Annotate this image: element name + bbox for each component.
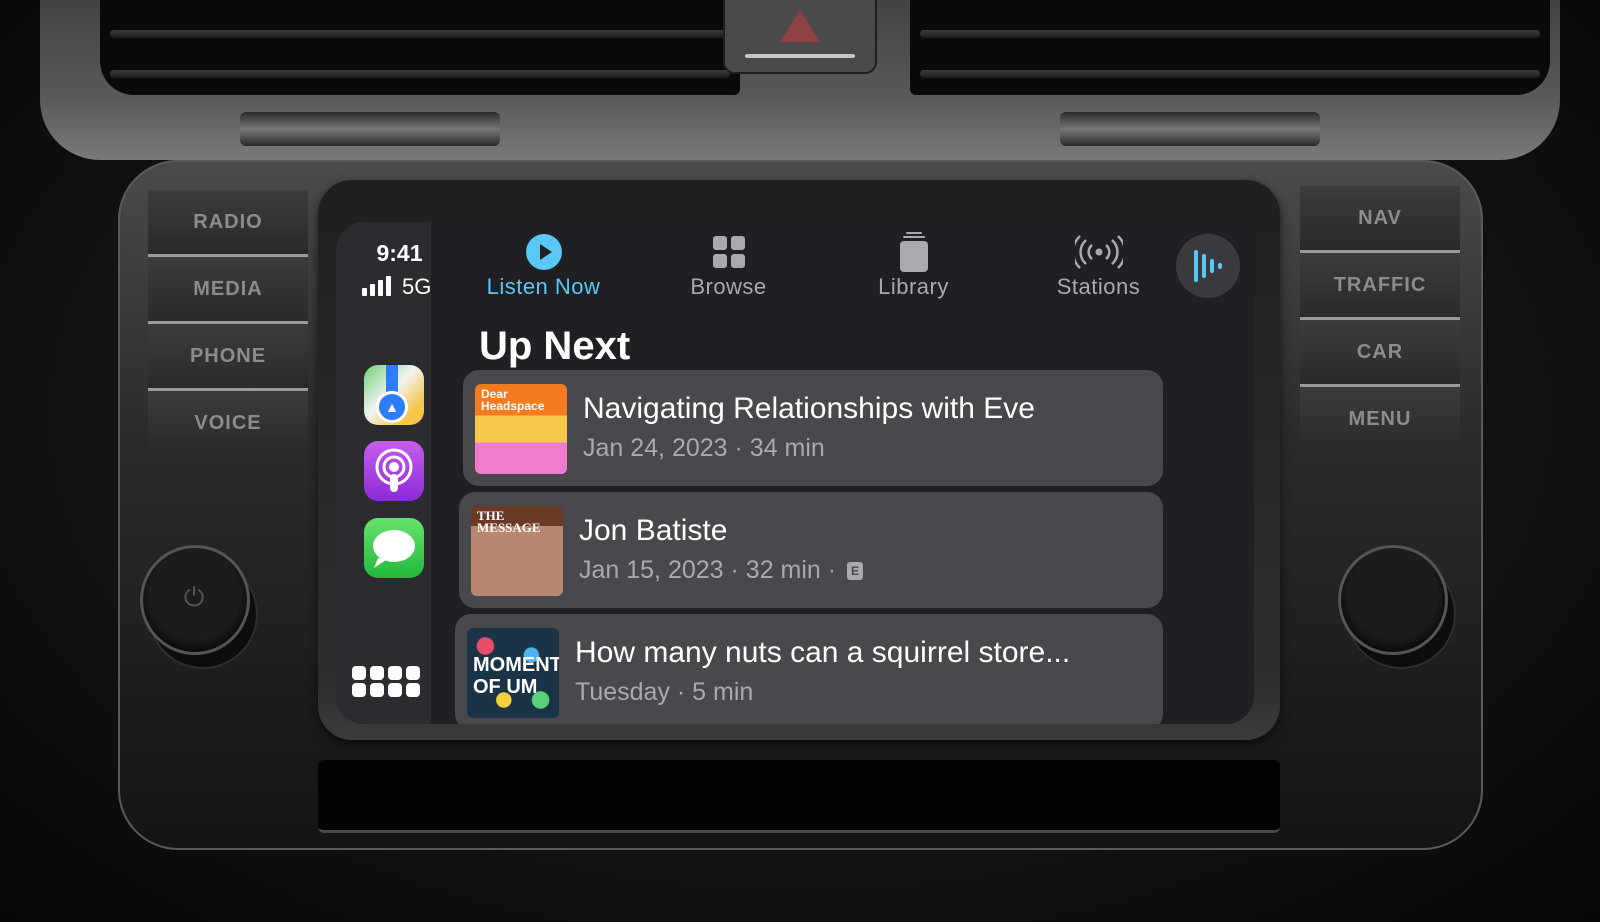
explicit-badge: E: [847, 562, 864, 581]
maps-icon[interactable]: ▲: [364, 365, 424, 425]
nav-button[interactable]: NAV: [1300, 186, 1460, 253]
network-type: 5G: [402, 274, 432, 299]
episode-artwork: MOMENT OF UM: [467, 628, 559, 718]
tab-label: Browse: [690, 274, 767, 299]
cd-slot: [318, 760, 1280, 833]
episode-title: How many nuts can a squirrel store...: [575, 636, 1071, 669]
play-circle-icon: [525, 234, 562, 270]
carplay-sidebar: 9:41 5G ▲: [336, 222, 431, 724]
hard-buttons-right: NAV TRAFFIC CAR MENU: [1300, 186, 1460, 451]
menu-button[interactable]: MENU: [1300, 387, 1460, 451]
podcasts-icon[interactable]: [364, 441, 424, 501]
episode-artwork: THE MESSAGE: [471, 506, 563, 596]
vent-wheel-right[interactable]: [1060, 112, 1320, 146]
now-playing-button[interactable]: [1176, 234, 1240, 298]
broadcast-icon: [1074, 235, 1123, 269]
episode-title: Navigating Relationships with Eve: [583, 392, 1035, 425]
library-stack-icon: [899, 232, 928, 272]
hard-buttons-left: RADIO MEDIA PHONE VOICE: [148, 190, 308, 455]
tab-stations[interactable]: Stations: [1006, 230, 1191, 310]
radio-button[interactable]: RADIO: [148, 190, 308, 257]
hazard-triangle-icon: [780, 10, 820, 42]
phone-button[interactable]: PHONE: [148, 324, 308, 391]
section-title: Up Next: [479, 324, 631, 368]
carplay-screen: 9:41 5G ▲ Listen Now Browse Library Stat…: [336, 222, 1254, 724]
tab-label: Stations: [1056, 274, 1141, 299]
air-vent-right: [910, 0, 1550, 95]
cellular-signal-icon: [362, 276, 391, 296]
tab-listen-now[interactable]: Listen Now: [451, 230, 636, 310]
episode-title: Jon Batiste: [579, 514, 728, 547]
episode-row[interactable]: Dear Headspace Navigating Relationships …: [463, 370, 1163, 486]
tab-browse[interactable]: Browse: [636, 230, 821, 310]
grid-icon: [712, 236, 745, 268]
episode-meta: Tuesday · 5 min: [575, 678, 754, 706]
hazard-button[interactable]: [723, 0, 877, 74]
power-volume-knob[interactable]: ⏻: [140, 545, 250, 655]
tab-bar: Listen Now Browse Library Stations: [451, 230, 1191, 310]
episode-artwork: Dear Headspace: [475, 384, 567, 474]
waveform-icon: [1194, 250, 1222, 282]
vent-wheel-left[interactable]: [240, 112, 500, 146]
car-button[interactable]: CAR: [1300, 320, 1460, 387]
episode-row[interactable]: THE MESSAGE Jon Batiste Jan 15, 2023 · 3…: [459, 492, 1163, 608]
tab-library[interactable]: Library: [821, 230, 1006, 310]
voice-button[interactable]: VOICE: [148, 391, 308, 455]
media-button[interactable]: MEDIA: [148, 257, 308, 324]
episode-meta: Jan 15, 2023 · 32 min ·: [579, 556, 837, 584]
tab-label: Listen Now: [486, 274, 601, 299]
podcasts-main: Listen Now Browse Library Stations Up Ne…: [431, 222, 1254, 724]
air-vent-left: [100, 0, 740, 95]
messages-icon[interactable]: [364, 518, 424, 578]
episode-meta: Jan 24, 2023 · 34 min: [583, 434, 825, 462]
app-grid-icon[interactable]: [352, 666, 420, 697]
episode-meta-wrap: Jan 15, 2023 · 32 min · E: [579, 556, 864, 585]
power-icon: ⏻: [183, 582, 205, 612]
episode-row[interactable]: MOMENT OF UM How many nuts can a squirre…: [455, 614, 1163, 724]
traffic-button[interactable]: TRAFFIC: [1300, 253, 1460, 320]
up-next-list: Dear Headspace Navigating Relationships …: [455, 370, 1163, 724]
tab-label: Library: [878, 274, 949, 299]
tuning-knob[interactable]: [1338, 545, 1448, 655]
